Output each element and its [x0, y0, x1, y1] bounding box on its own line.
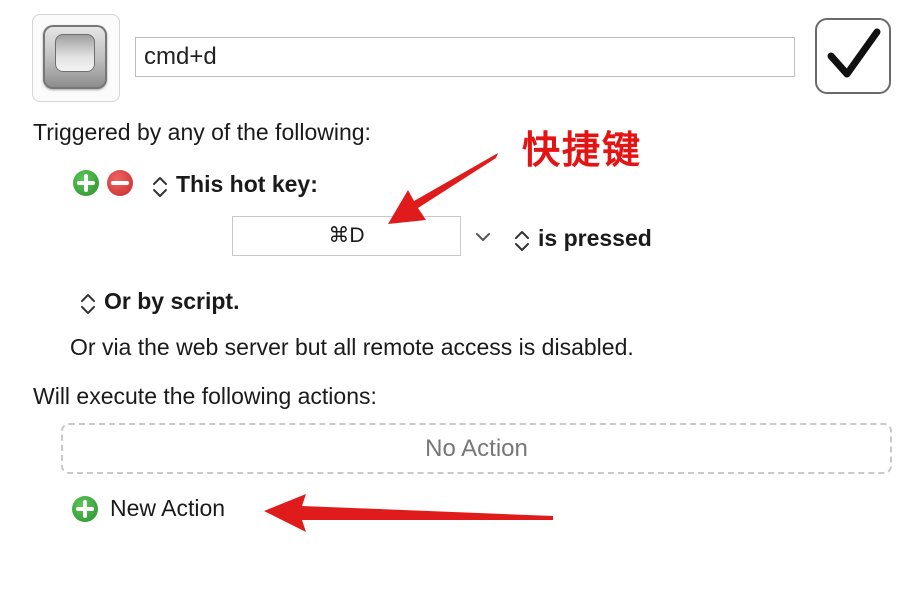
arrow-to-hotkey-icon	[388, 153, 498, 224]
arrow-to-new-action-icon	[264, 494, 553, 532]
annotation-arrows	[264, 153, 553, 532]
